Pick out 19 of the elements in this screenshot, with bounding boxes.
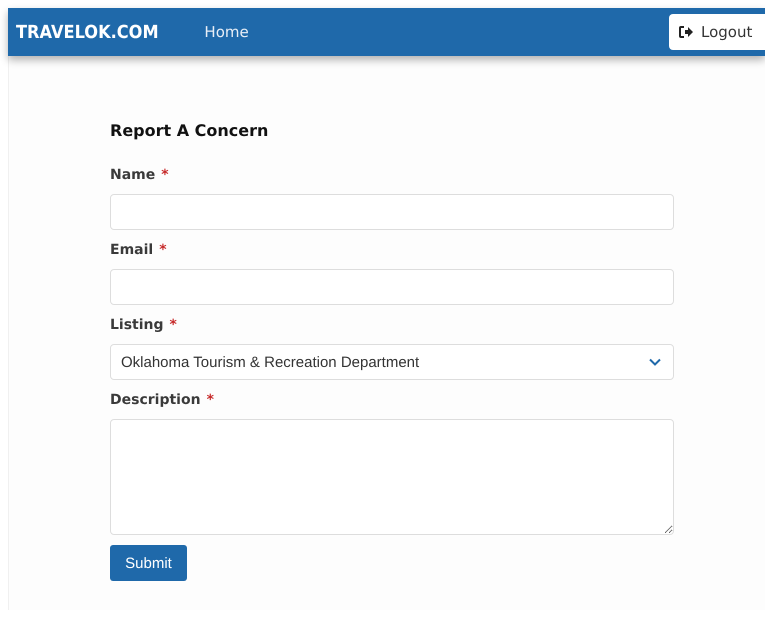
required-mark: * bbox=[170, 316, 177, 335]
chevron-down-icon bbox=[649, 358, 661, 366]
field-label: Description bbox=[110, 391, 201, 410]
nav-link[interactable]: Home bbox=[204, 23, 249, 41]
listing-select[interactable]: Oklahoma Tourism & Recreation Department bbox=[110, 344, 674, 380]
field-label: Listing bbox=[110, 316, 164, 335]
logout-button[interactable]: Logout bbox=[669, 14, 765, 50]
required-mark: * bbox=[161, 166, 169, 185]
form-title: Report A Concern bbox=[110, 120, 270, 142]
description-field[interactable] bbox=[110, 419, 674, 535]
brand-logo[interactable]: TRAVELOK.COM bbox=[16, 22, 159, 42]
sign-out-icon bbox=[679, 26, 693, 38]
field-label: Email bbox=[110, 241, 154, 260]
text-field[interactable] bbox=[110, 269, 674, 305]
required-mark: * bbox=[206, 391, 214, 410]
text-field[interactable] bbox=[110, 194, 674, 230]
submit-button[interactable]: Submit bbox=[110, 545, 187, 581]
required-mark: * bbox=[159, 241, 167, 260]
field-label: Name bbox=[110, 166, 156, 185]
